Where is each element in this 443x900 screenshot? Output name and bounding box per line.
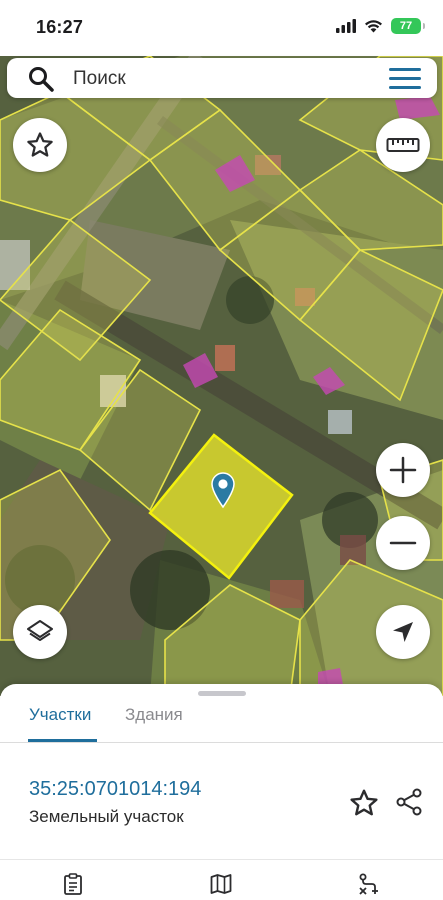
- search-icon[interactable]: [27, 65, 55, 93]
- cadastral-number-link[interactable]: 35:25:0701014:194: [29, 778, 201, 801]
- map-pin-icon[interactable]: [209, 471, 237, 509]
- location-arrow-icon: [393, 622, 413, 642]
- share-icon[interactable]: [394, 787, 424, 817]
- layers-icon: [27, 620, 53, 641]
- status-icons: 77: [336, 18, 425, 34]
- search-bar[interactable]: Поиск: [7, 58, 437, 98]
- zoom-in-icon: [389, 456, 417, 484]
- clipboard-icon[interactable]: [61, 872, 85, 896]
- search-input[interactable]: Поиск: [73, 68, 126, 90]
- bottom-nav-divider: [0, 859, 443, 860]
- favorites-button[interactable]: [13, 118, 67, 172]
- tabs-divider: [0, 742, 443, 743]
- tab-buildings[interactable]: Здания: [125, 705, 183, 725]
- hamburger-menu-icon[interactable]: [389, 68, 421, 90]
- zoom-in-button[interactable]: [376, 443, 430, 497]
- zoom-out-button[interactable]: [376, 516, 430, 570]
- add-favorite-star-icon[interactable]: [348, 787, 380, 819]
- route-icon[interactable]: [357, 872, 381, 896]
- layers-button[interactable]: [13, 605, 67, 659]
- signal-icon: [336, 19, 356, 33]
- bottom-sheet[interactable]: Участки Здания 35:25:0701014:194 Земельн…: [0, 684, 443, 900]
- ruler-icon: [386, 138, 420, 152]
- star-icon: [27, 132, 53, 157]
- tab-plots[interactable]: Участки: [29, 705, 91, 725]
- battery-level: 77: [399, 20, 413, 32]
- object-type-label: Земельный участок: [29, 807, 184, 826]
- map-book-icon[interactable]: [209, 872, 233, 896]
- my-location-button[interactable]: [376, 605, 430, 659]
- ruler-button[interactable]: [376, 118, 430, 172]
- battery-icon: 77: [391, 18, 425, 34]
- status-time: 16:27: [36, 17, 84, 37]
- status-bar: 16:27 77: [0, 0, 443, 56]
- wifi-icon: [365, 20, 382, 33]
- sheet-drag-handle[interactable]: [198, 691, 246, 696]
- zoom-out-icon: [389, 541, 417, 545]
